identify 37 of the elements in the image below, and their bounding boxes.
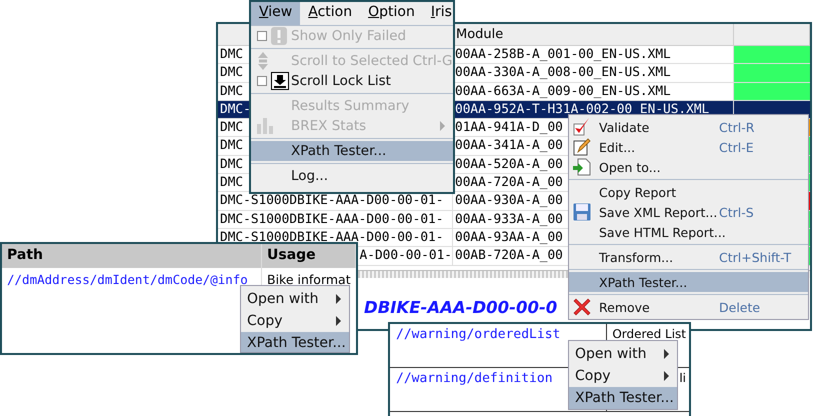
menu-item[interactable]: Validate Ctrl-R bbox=[569, 117, 808, 137]
up-down-arrows-icon bbox=[257, 52, 269, 70]
menubar-item[interactable]: Option bbox=[360, 2, 423, 25]
menu-item[interactable]: Open with bbox=[569, 343, 677, 365]
menu-item[interactable]: XPath Tester... bbox=[251, 141, 453, 161]
bar-chart-icon bbox=[257, 118, 273, 134]
menubar-item[interactable]: Action bbox=[300, 2, 360, 25]
menubar-item[interactable]: View bbox=[251, 2, 300, 25]
menu-item[interactable]: Edit... Ctrl-E bbox=[569, 137, 808, 157]
column-header[interactable]: Usage bbox=[262, 244, 356, 268]
pencil-icon bbox=[573, 138, 591, 156]
table-cell[interactable]: A-D00-00-01- bbox=[360, 248, 452, 264]
menu-item[interactable]: Open to... bbox=[569, 157, 808, 177]
menubar-item[interactable]: Iris bbox=[422, 2, 453, 25]
menu-item[interactable]: Transform... Ctrl+Shift-T bbox=[569, 247, 808, 267]
document-arrow-icon bbox=[573, 158, 591, 176]
menu-item[interactable]: XPath Tester... bbox=[569, 272, 808, 292]
table-cell: li bbox=[679, 371, 686, 385]
menu-item[interactable]: Log... bbox=[251, 166, 453, 186]
table-cell: Ordered List bbox=[612, 327, 686, 341]
menu-item[interactable]: Copy Report bbox=[569, 182, 808, 202]
menu-item[interactable]: XPath Tester... bbox=[241, 332, 349, 352]
table-cell[interactable]: DMC-S1000DBIKE-AAA-D00-00-01- bbox=[218, 210, 453, 228]
warning-icon bbox=[271, 27, 287, 45]
download-icon bbox=[271, 72, 289, 90]
menu-item[interactable]: Copy bbox=[241, 310, 349, 332]
document-title: DBIKE-AAA-D00-00-0 bbox=[364, 298, 558, 317]
menu-item[interactable]: Remove Delete bbox=[569, 297, 808, 317]
menu-item[interactable]: Save XML Report...Ctrl-S bbox=[569, 202, 808, 222]
menu-item[interactable]: XPath Tester... bbox=[569, 387, 677, 409]
column-header[interactable]: Path bbox=[2, 244, 262, 268]
menu-item[interactable]: Open with bbox=[241, 288, 349, 310]
checkbox[interactable] bbox=[257, 76, 267, 86]
menu-item[interactable]: Scroll Lock List bbox=[251, 71, 453, 91]
menu-item[interactable]: Save HTML Report... bbox=[569, 222, 808, 242]
close-icon bbox=[573, 298, 591, 316]
checkmark-icon bbox=[573, 118, 591, 136]
